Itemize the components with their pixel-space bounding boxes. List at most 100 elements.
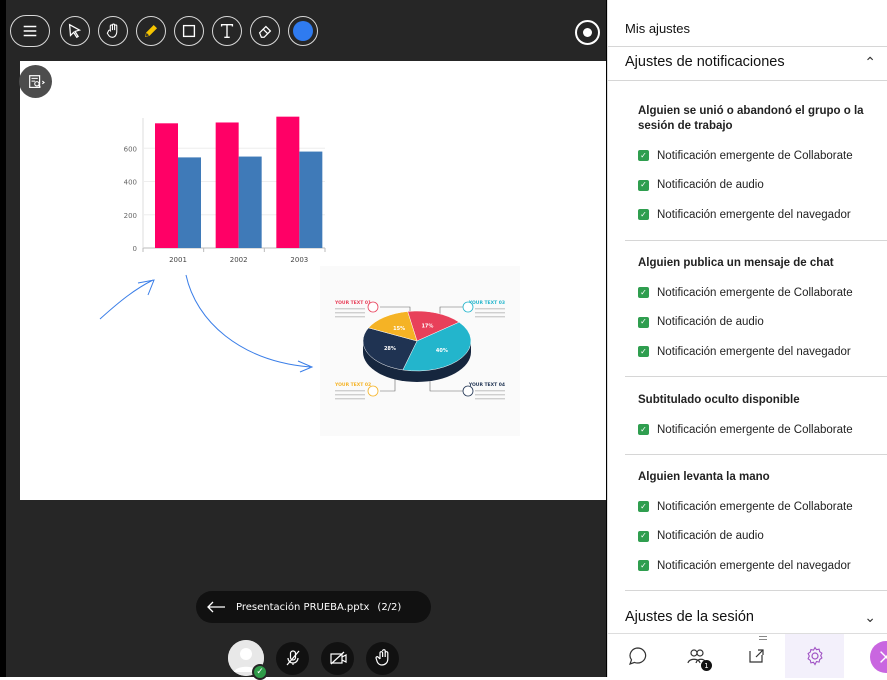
checkbox-audio[interactable]: ✓ Notificación de audio: [638, 522, 873, 552]
checkbox-audio[interactable]: ✓ Notificación de audio: [638, 308, 873, 338]
status-check-icon: ✓: [252, 664, 268, 680]
pan-tool-button[interactable]: [98, 16, 128, 46]
notification-settings-header[interactable]: Ajustes de notificaciones ⌃: [608, 45, 887, 79]
option-label: Notificación emergente del navegador: [657, 208, 851, 221]
camera-button[interactable]: [321, 641, 354, 675]
checkbox-checked-icon: ✓: [638, 150, 649, 162]
bar-chart-categories: 2001 2002 2003: [142, 248, 326, 264]
user-avatar[interactable]: ✓: [228, 640, 268, 680]
tab-attendees[interactable]: 1: [667, 634, 767, 678]
y-tick-label: 400: [124, 179, 137, 187]
checkbox-checked-icon: ✓: [638, 316, 649, 328]
checkbox-browser-popup[interactable]: ✓ Notificación emergente del navegador: [638, 551, 873, 581]
checkbox-checked-icon: ✓: [638, 501, 649, 513]
checkbox-checked-icon: ✓: [638, 346, 649, 358]
raise-hand-button[interactable]: [366, 641, 399, 675]
pencil-icon: [144, 24, 158, 38]
callout-text-line: [335, 398, 365, 400]
camera-off-icon: [329, 651, 347, 665]
checkbox-collaborate-popup[interactable]: ✓ Notificación emergente de Collaborate: [638, 141, 873, 171]
chevron-up-icon: ⌃: [864, 53, 876, 70]
pie-slice-label: 15%: [393, 326, 405, 332]
bar: [238, 156, 262, 248]
share-icon: [748, 649, 764, 663]
checkbox-collaborate-popup[interactable]: ✓ Notificación emergente de Collaborate: [638, 278, 873, 308]
option-label: Notificación emergente de Collaborate: [657, 149, 853, 162]
callout-title: YOUR TEXT 02: [334, 382, 371, 388]
panel-title: Mis ajustes: [625, 21, 691, 36]
x-tick-label: 2001: [169, 256, 187, 264]
session-settings-header[interactable]: Ajustes de la sesión ⌄: [608, 600, 887, 634]
slide-magnify-icon: [28, 74, 45, 88]
text-tool-button[interactable]: [212, 16, 242, 46]
bar: [178, 157, 201, 248]
close-icon: [880, 651, 887, 663]
callout-text-line: [475, 394, 505, 396]
callout-text-line: [475, 398, 505, 400]
checkbox-collaborate-popup[interactable]: ✓ Notificación emergente de Collaborate: [638, 415, 873, 445]
slide-graphics: 0 200 400 600 2001 2002 2003 17% 40% 28% 15% YOU…: [99, 116, 520, 436]
callout-title: YOUR TEXT 03: [468, 300, 505, 306]
bar: [276, 116, 300, 248]
checkbox-browser-popup[interactable]: ✓ Notificación emergente del navegador: [638, 200, 873, 230]
divider: [608, 80, 887, 81]
session-menu-button[interactable]: [10, 15, 50, 47]
callout-title: YOUR TEXT 04: [468, 382, 505, 388]
presentation-bar: Presentación PRUEBA.pptx (2/2): [196, 591, 431, 623]
y-tick-label: 0: [133, 245, 137, 253]
pointer-icon: [68, 23, 82, 39]
bar: [215, 122, 239, 248]
callout-text-line: [335, 390, 365, 392]
shape-tool-button[interactable]: [174, 16, 204, 46]
divider: [625, 240, 887, 241]
slide-view-toggle[interactable]: [19, 65, 52, 98]
checkbox-checked-icon: ✓: [638, 179, 649, 191]
option-label: Notificación de audio: [657, 179, 764, 192]
option-label: Notificación emergente del navegador: [657, 345, 851, 358]
checkbox-browser-popup[interactable]: ✓ Notificación emergente del navegador: [638, 337, 873, 367]
option-label: Notificación emergente del navegador: [657, 559, 851, 572]
y-tick-label: 600: [124, 145, 137, 153]
callout-text-line: [335, 394, 365, 396]
option-label: Notificación emergente de Collaborate: [657, 286, 853, 299]
previous-slide-button[interactable]: [196, 601, 236, 613]
checkbox-audio[interactable]: ✓ Notificación de audio: [638, 171, 873, 201]
pencil-tool-button[interactable]: [136, 16, 166, 46]
pie-slice-label: 17%: [421, 324, 433, 330]
group-title: Subtitulado oculto disponible: [638, 394, 800, 406]
chat-bubble-icon: [628, 647, 646, 665]
tab-my-settings[interactable]: [785, 634, 844, 678]
pie-infographic: 17% 40% 28% 15% YOUR TEXT 01 YOUR TEXT 02 YOU…: [320, 266, 520, 436]
hand-icon: [106, 23, 118, 38]
callout-text-line: [335, 308, 365, 310]
divider: [625, 454, 887, 455]
checkbox-checked-icon: ✓: [638, 287, 649, 299]
select-tool-button[interactable]: [60, 16, 90, 46]
group-title: Alguien levanta la mano: [638, 471, 770, 483]
microphone-button[interactable]: [276, 641, 309, 675]
color-picker-button[interactable]: [288, 16, 318, 46]
settings-panel: Mis ajustes Ajustes de notificaciones ⌃ …: [607, 0, 887, 678]
option-label: Notificación emergente de Collaborate: [657, 423, 853, 436]
notification-settings-title: Ajustes de notificaciones: [625, 54, 785, 70]
close-panel-button[interactable]: [870, 641, 887, 673]
eraser-tool-button[interactable]: [250, 16, 280, 46]
group-captions: Subtitulado oculto disponible ✓ Notificac…: [638, 393, 873, 445]
ink-stroke-arrow-2: [185, 274, 314, 373]
square-icon: [182, 24, 196, 38]
callout-text-line: [475, 312, 505, 314]
group-title: Alguien se unió o abandonó el grupo o la…: [638, 105, 864, 132]
tab-chat[interactable]: [608, 634, 667, 678]
callout-text-line: [475, 316, 505, 318]
x-tick-label: 2002: [230, 256, 248, 264]
tab-share-content[interactable]: [726, 634, 785, 678]
option-label: Notificación de audio: [657, 316, 764, 329]
callout-text-line: [475, 308, 505, 310]
checkbox-collaborate-popup[interactable]: ✓ Notificación emergente de Collaborate: [638, 492, 873, 522]
callout-text-line: [335, 316, 365, 318]
presentation-slide[interactable]: 0 200 400 600 2001 2002 2003 17% 40% 28% 15% YOU…: [20, 61, 606, 500]
option-label: Notificación emergente de Collaborate: [657, 500, 853, 513]
record-button[interactable]: [575, 20, 600, 45]
checkbox-checked-icon: ✓: [638, 209, 649, 221]
attendee-count-badge: 1: [701, 660, 712, 671]
